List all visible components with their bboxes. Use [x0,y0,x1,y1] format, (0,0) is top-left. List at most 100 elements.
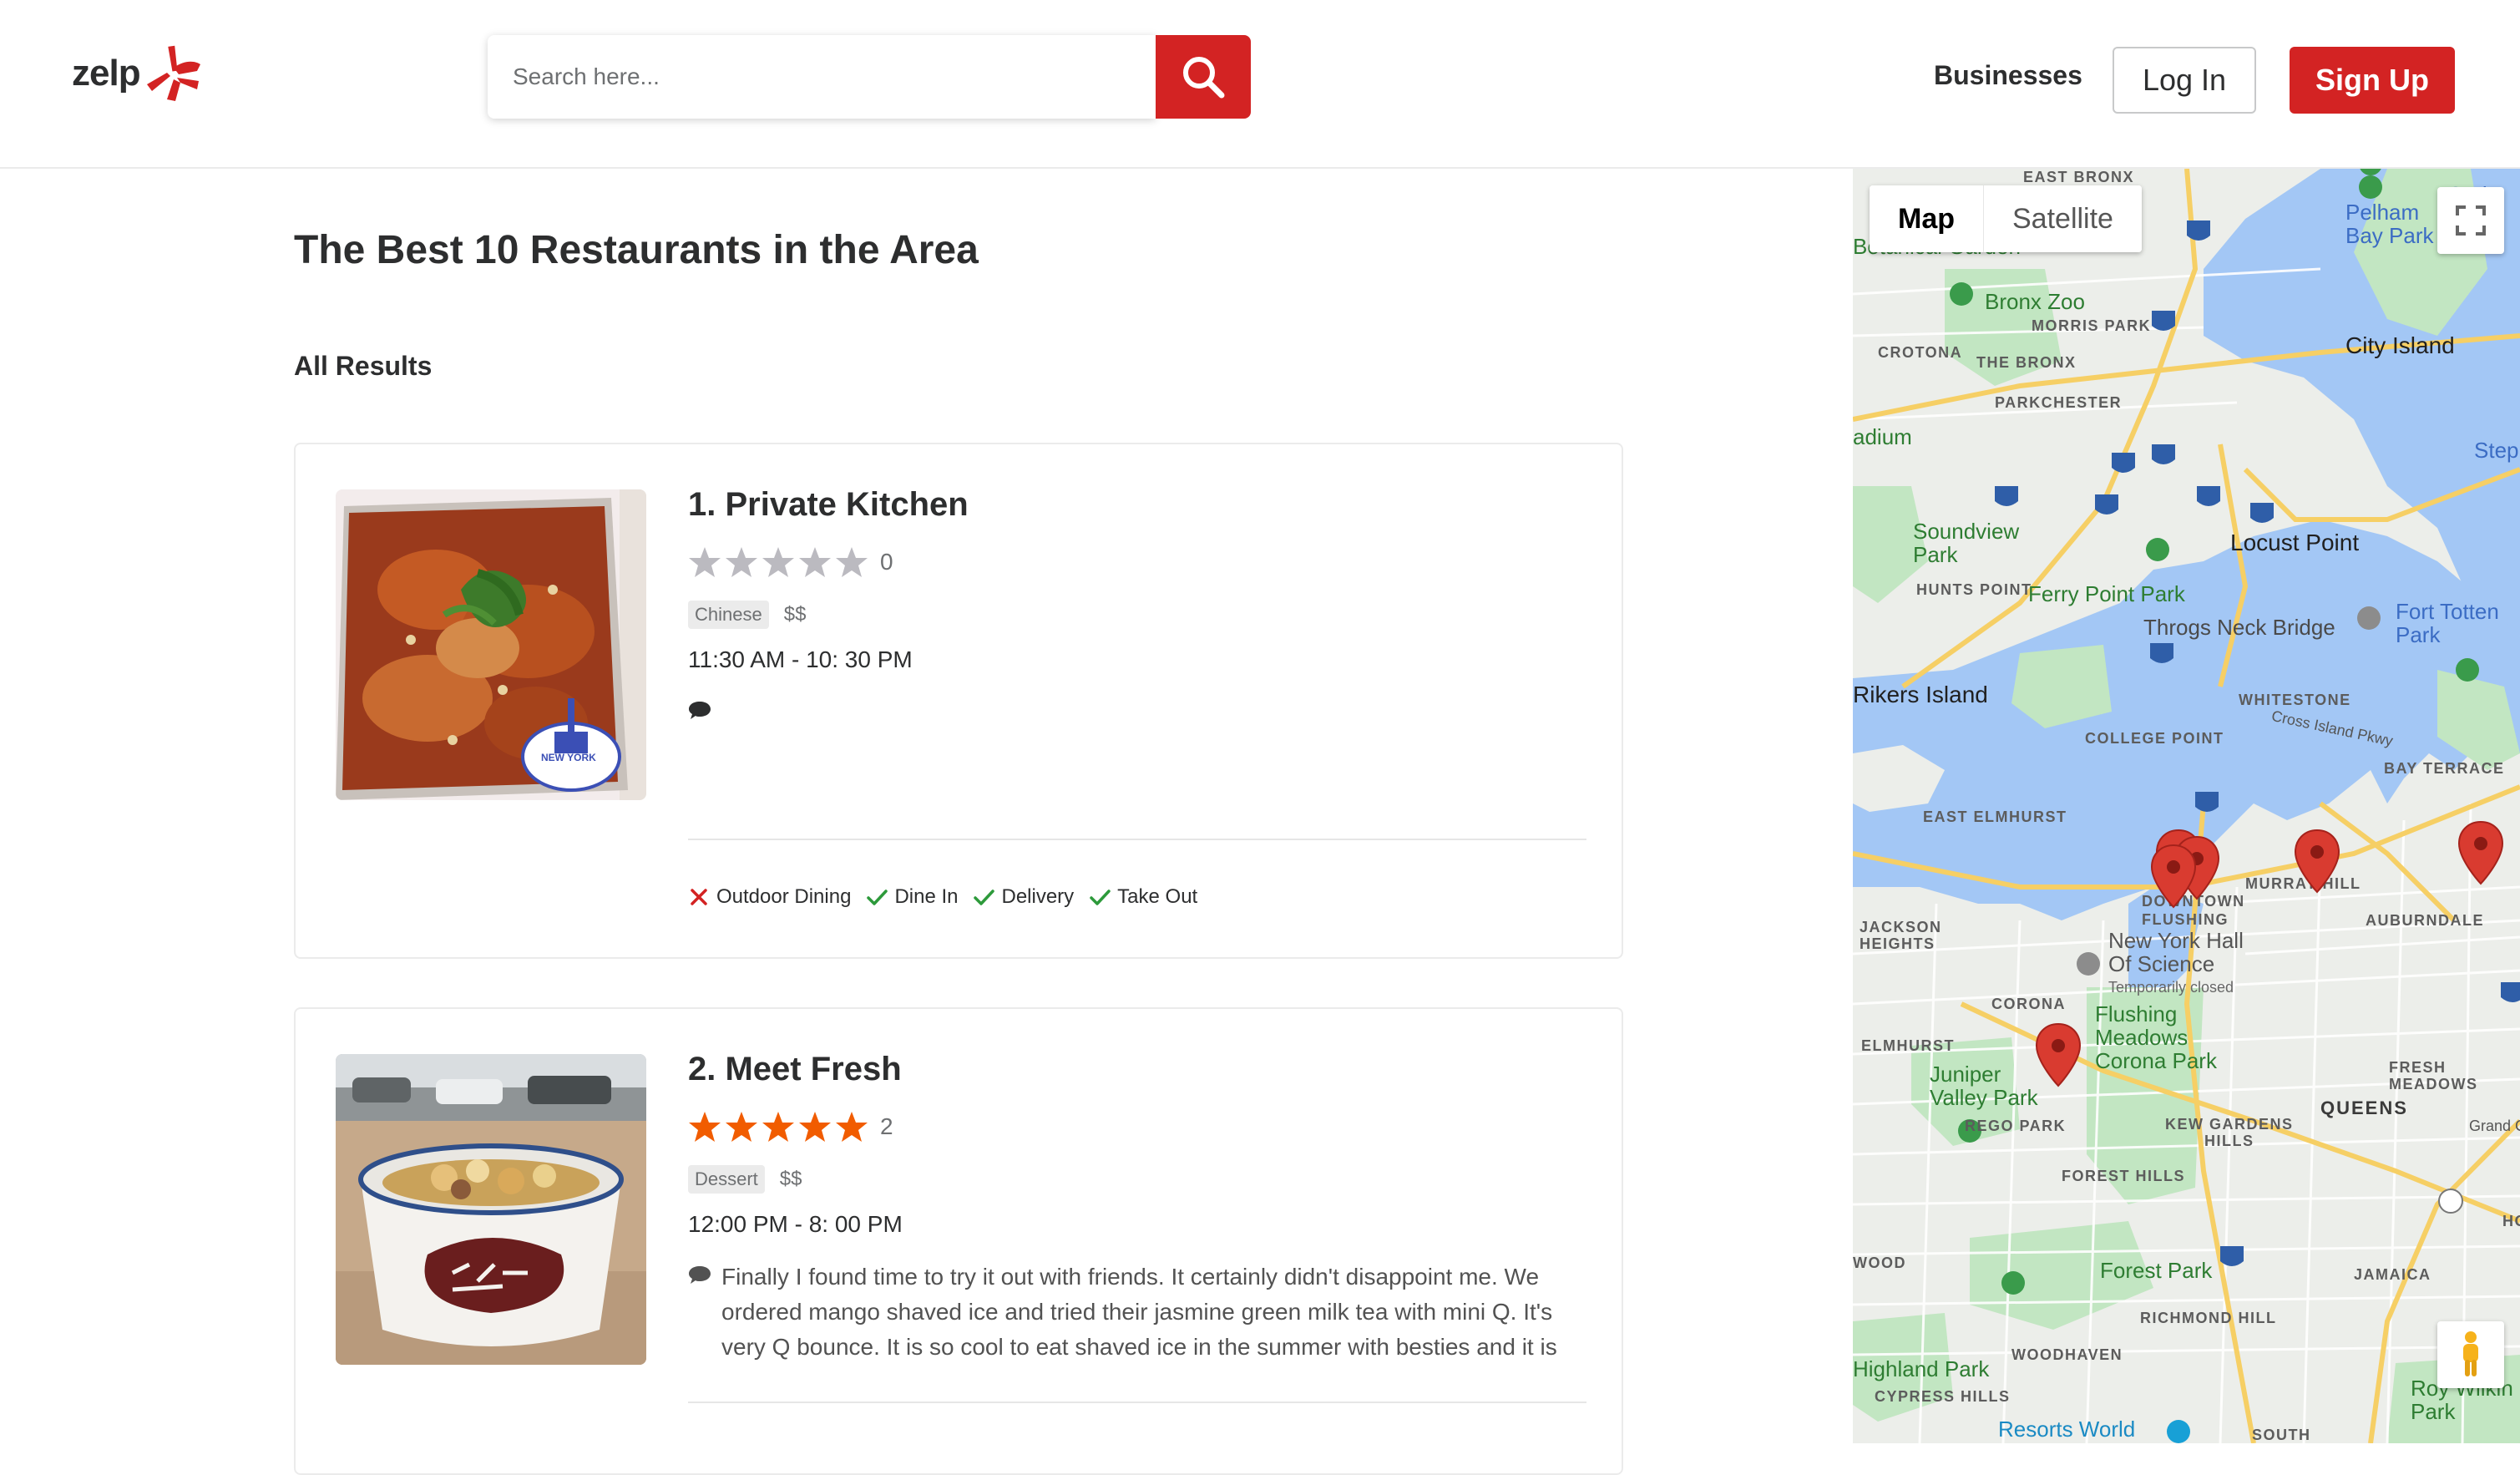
checkmark-icon [1090,890,1111,905]
map-label: Rikers Island [1853,682,1988,707]
thumb-logo-text: NEW YORK [541,752,596,763]
result-card[interactable]: NEW YORK 1. Private Kitchen 0 Chinese $$… [294,443,1623,959]
map-label: Soundview Park [1913,519,2020,567]
amenity-delivery: Delivery [973,885,1074,909]
map-label: FOREST HILLS [2062,1168,2185,1184]
map-label: Flushing Meadows Corona Park [2095,1001,2217,1073]
map-label: Ferry Point Park [2028,581,2185,606]
review-count: 0 [880,549,893,575]
star-empty-icon [726,547,757,577]
restaurant-name[interactable]: 1. Private Kitchen [688,483,1586,526]
business-hours: 12:00 PM - 8: 00 PM [688,1211,903,1237]
amenities-list: Outdoor Dining Dine In Delivery Take Out [688,882,1212,912]
map-type-toggle: Map Satellite [1870,185,2142,252]
review-snippet: Finally I found time to try it out with … [721,1264,1557,1360]
map-label: JAMAICA [2354,1266,2431,1283]
map-label: KEW GARDENS HILLS [2165,1116,2294,1149]
map-pin-icon[interactable] [2292,829,2342,895]
zelp-logo[interactable]: zelp [72,40,205,107]
map-label: AUBURNDALE [2366,912,2484,929]
category-tag[interactable]: Dessert [688,1165,765,1194]
map-pin-icon[interactable] [2148,844,2199,910]
map-label: Temporarily closed [2108,979,2234,996]
restaurant-photo[interactable] [336,1054,646,1365]
star-filled-icon [689,1112,721,1142]
business-hours: 11:30 AM - 10: 30 PM [688,646,913,672]
pegman-icon [2463,1331,2478,1376]
top-header: zelp Businesses Log In Sign Up [0,0,2520,169]
map-label: City Island [2345,332,2455,358]
star-empty-icon [762,547,794,577]
map-label: Throgs Neck Bridge [2143,615,2335,640]
category-tag[interactable]: Chinese [688,601,769,629]
search-input[interactable] [488,35,1156,119]
map-tab-satellite[interactable]: Satellite [1983,185,2142,252]
map-label: Step [2474,438,2519,463]
map-label: WOOD [1853,1255,1906,1271]
map-label: Grand C [2469,1118,2520,1134]
amenity-label: Outdoor Dining [716,885,852,908]
map-label: Locust Point [2230,530,2360,555]
map-label: JACKSON HEIGHTS [1860,919,1942,952]
map-label: RICHMOND HILL [2140,1310,2277,1326]
review-snippet-row [688,695,1586,800]
review-snippet-row: Finally I found time to try it out with … [688,1260,1586,1365]
street-view-button[interactable] [2437,1321,2504,1388]
map-pin-icon[interactable] [2456,820,2506,887]
map-label: ELMHURST [1861,1037,1955,1054]
map-label: CROTONA [1878,344,1963,361]
map-label: SOUTH [2252,1427,2311,1443]
signup-button[interactable]: Sign Up [2290,47,2455,114]
card-divider [688,839,1586,840]
results-map[interactable]: EAST BRONX Orch Pelham Bay Park Botanica… [1853,169,2520,1443]
map-label: HOL [2502,1213,2520,1229]
checkmark-icon [974,890,995,905]
result-card[interactable]: 2. Meet Fresh 2 Dessert $$ 12:00 PM - 8:… [294,1007,1623,1475]
speech-bubble-icon [689,1266,711,1284]
login-button[interactable]: Log In [2113,47,2256,114]
map-label: COLLEGE POINT [2085,730,2224,747]
map-label: New York Hall Of Science [2108,928,2244,976]
amenity-label: Take Out [1117,885,1198,908]
fullscreen-icon [2456,205,2486,236]
result-info: 1. Private Kitchen 0 Chinese $$ 11:30 AM… [688,483,1586,800]
card-divider [688,1402,1586,1403]
star-filled-icon [836,1112,868,1142]
map-label: WHITESTONE [2239,692,2351,708]
tag-row: Dessert $$ [688,1164,1586,1194]
price-level: $$ [783,603,807,626]
page-title: The Best 10 Restaurants in the Area [294,228,979,272]
map-label: Bronx Zoo [1985,289,2085,314]
cross-icon [691,889,707,905]
map-pin-icon[interactable] [2033,1022,2083,1089]
search-icon [1183,57,1225,99]
search-button[interactable] [1156,35,1251,119]
map-label: MORRIS PARK [2032,317,2152,334]
nav-businesses-link[interactable]: Businesses [1934,60,2082,91]
map-label: FRESH MEADOWS [2389,1059,2478,1092]
speech-bubble-icon [689,702,711,719]
restaurant-photo[interactable]: NEW YORK [336,489,646,800]
map-label: Juniper Valley Park [1930,1062,2038,1110]
map-label: WOODHAVEN [2011,1346,2123,1363]
star-empty-icon [799,547,831,577]
price-level: $$ [779,1168,802,1190]
map-label: QUEENS [2320,1097,2408,1118]
map-tab-map[interactable]: Map [1870,185,1983,252]
review-count: 2 [880,1113,893,1139]
star-filled-icon [762,1112,794,1142]
map-label: Fort Totten Park [2396,599,2499,647]
logo-text: zelp [72,53,141,94]
fullscreen-button[interactable] [2437,187,2504,254]
rating-row: 0 [688,543,1586,581]
amenity-label: Dine In [894,885,959,908]
map-label: Highland Park [1853,1356,1990,1381]
restaurant-name[interactable]: 2. Meet Fresh [688,1047,1586,1091]
map-label: EAST BRONX [2023,169,2135,185]
amenity-outdoor-dining: Outdoor Dining [688,885,851,909]
results-label: All Results [294,351,433,381]
rating-row: 2 [688,1108,1586,1146]
map-label: EAST ELMHURST [1923,808,2067,825]
result-info: 2. Meet Fresh 2 Dessert $$ 12:00 PM - 8:… [688,1047,1586,1365]
tag-row: Chinese $$ [688,600,1586,630]
